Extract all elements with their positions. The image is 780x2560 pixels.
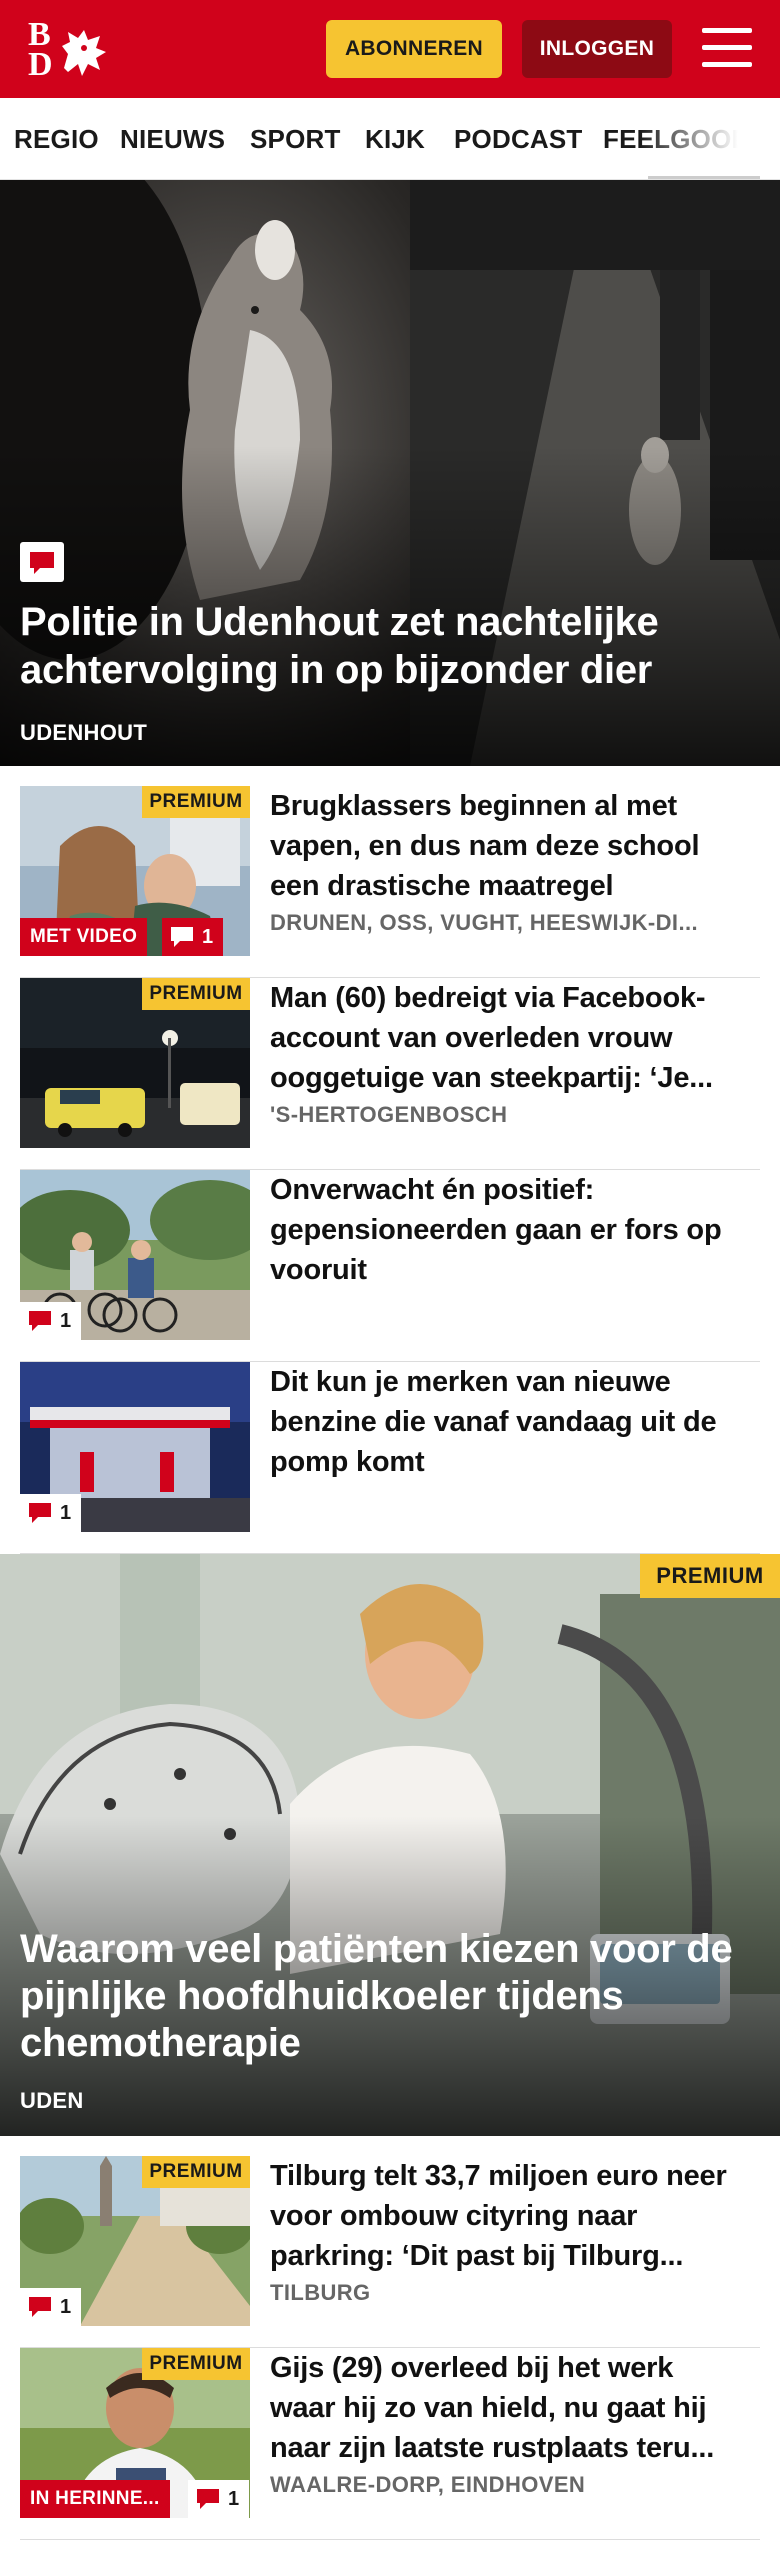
nav-scroll-indicator [648,176,760,179]
article-title[interactable]: Tilburg telt 33,7 miljoen euro neer voor… [270,2156,740,2276]
article-thumbnail: PREMIUM MET VIDEO 1 [20,786,250,956]
comment-icon [29,1311,51,1331]
comment-count: 1 [228,2487,240,2510]
video-badge: MET VIDEO [20,918,148,956]
article-title[interactable]: Onverwacht én positief: gepensioneerden … [270,1170,740,1290]
comment-count-badge: 1 [188,2480,250,2518]
hero-article-udenhout[interactable]: Politie in Udenhout zet nachtelijke acht… [0,180,780,766]
article-thumbnail: 1 [20,1362,250,1532]
article-location: WAALRE-DORP, EINDHOVEN [270,2472,586,2497]
nav-item-sport[interactable]: SPORT [250,124,341,155]
premium-badge: PREMIUM [142,2348,250,2380]
comment-count-badge: 1 [20,1302,82,1340]
hero-title[interactable]: Politie in Udenhout zet nachtelijke acht… [20,598,740,694]
article-thumbnail: 1 [20,1170,250,1340]
article-title[interactable]: Brugklassers beginnen al met vapen, en d… [270,786,740,906]
memorial-badge: IN HERINNE... [20,2480,170,2518]
article-title[interactable]: Man (60) bedreigt via Facebook-account v… [270,978,740,1098]
comment-icon [20,542,64,582]
hamburger-menu-icon[interactable] [700,24,754,72]
nav-item-kijk[interactable]: KIJK [365,124,425,155]
nav-item-regio[interactable]: REGIO [14,124,99,155]
comment-count: 1 [60,1501,72,1524]
subscribe-button[interactable]: ABONNEREN [326,20,502,78]
lion-icon [62,30,106,76]
comment-count-badge: 1 [20,1494,82,1532]
comment-count: 1 [202,925,214,948]
article-thumbnail: PREMIUM 1 [20,2156,250,2326]
category-nav: REGIO NIEUWS SPORT KIJK PODCAST FEELGOOD… [0,98,780,180]
comment-count-badge: 1 [20,2288,82,2326]
list-item-article[interactable]: PREMIUM IN HERINNE... 1 Gijs (29) overle… [20,2348,760,2540]
hero-title[interactable]: Waarom veel patiënten kiezen voor de pij… [20,1926,760,2067]
comment-count-badge: 1 [162,918,224,956]
comment-icon [171,927,193,947]
article-thumbnail: PREMIUM IN HERINNE... 1 [20,2348,250,2518]
hero-article-uden[interactable]: PREMIUM Waarom veel patiënten kiezen voo… [0,1554,780,2136]
comment-icon [29,1503,51,1523]
article-thumbnail: PREMIUM [20,978,250,1148]
hero-location: UDEN [20,2088,84,2113]
logo[interactable]: B D [26,18,116,84]
login-button[interactable]: INLOGGEN [522,20,672,78]
article-location: 'S-HERTOGENBOSCH [270,1102,508,1127]
site-header: B D ABONNEREN INLOGGEN [0,0,780,98]
premium-badge: PREMIUM [142,2156,250,2188]
premium-badge: PREMIUM [142,978,250,1010]
comment-icon [197,2489,219,2509]
article-location: DRUNEN, OSS, VUGHT, HEESWIJK-DI... [270,910,698,935]
hero-location: UDENHOUT [20,720,148,745]
premium-badge: PREMIUM [640,1554,780,1598]
nav-item-podcast[interactable]: PODCAST [454,124,583,155]
premium-badge: PREMIUM [142,786,250,818]
article-title[interactable]: Gijs (29) overleed bij het werk waar hij… [270,2348,740,2468]
comment-count: 1 [60,2295,72,2318]
article-title[interactable]: Dit kun je merken van nieuwe benzine die… [270,1362,740,1482]
list-item-article[interactable]: PREMIUM 1 Tilburg telt 33,7 miljoen euro… [20,2156,760,2348]
article-location: TILBURG [270,2280,371,2305]
nav-fade [640,98,780,179]
list-item-article[interactable]: PREMIUM Man (60) bedreigt via Facebook-a… [20,978,760,1170]
nav-item-nieuws[interactable]: NIEUWS [120,124,225,155]
logo-letter-d: D [28,46,53,83]
comment-count: 1 [60,1309,72,1332]
list-item-article[interactable]: 1 Dit kun je merken van nieuwe benzine d… [20,1362,760,1554]
comment-icon [29,2297,51,2317]
list-item-article[interactable]: PREMIUM MET VIDEO 1 Brugklassers beginne… [20,786,760,978]
list-item-article[interactable]: 1 Onverwacht én positief: gepensioneerde… [20,1170,760,1362]
